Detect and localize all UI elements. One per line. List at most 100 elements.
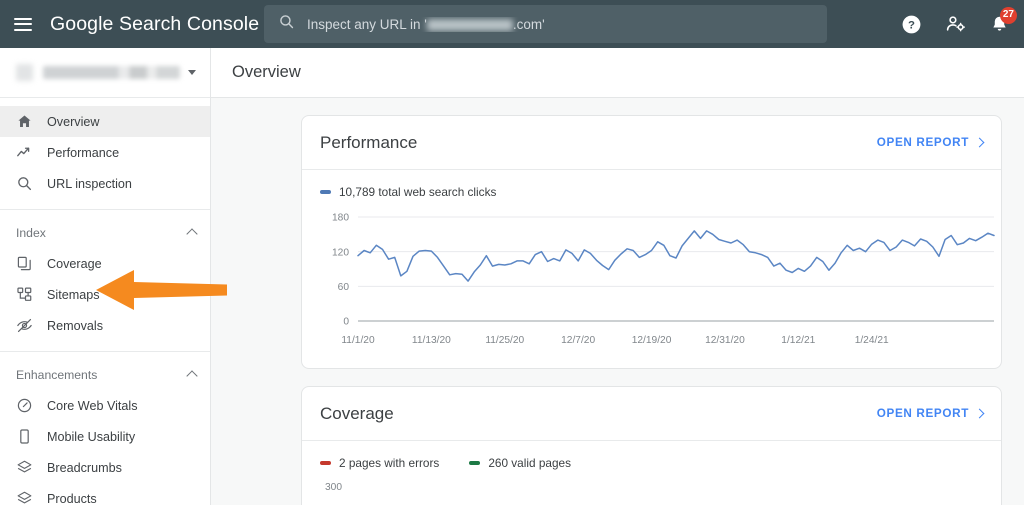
main-content: Overview Performance OPEN REPORT 10,789 … bbox=[211, 48, 1024, 505]
sidebar-item-label: Overview bbox=[47, 114, 100, 129]
performance-line-chart: 0 60 120 180 11/1/20 11/13/20 11/25/20 12/7/20… bbox=[332, 213, 995, 346]
search-icon bbox=[16, 175, 35, 192]
legend-item: 260 valid pages bbox=[469, 456, 571, 470]
mobile-phone-icon bbox=[16, 428, 35, 445]
sidebar-item-label: Core Web Vitals bbox=[47, 398, 138, 413]
property-name-redacted bbox=[43, 66, 180, 79]
speedometer-icon bbox=[16, 397, 35, 414]
legend-color-swatch bbox=[320, 190, 331, 194]
chart-gridlines bbox=[358, 216, 994, 322]
app-brand-title: Google Search Console bbox=[50, 12, 260, 35]
chart-x-tick-label: 11/13/20 bbox=[412, 335, 451, 346]
chart-y-tick-label: 120 bbox=[332, 247, 349, 258]
sidebar-section-enhancements[interactable]: Enhancements bbox=[0, 359, 210, 390]
page-header: Overview bbox=[211, 48, 1024, 98]
sidebar-item-label: Mobile Usability bbox=[47, 429, 136, 444]
home-icon bbox=[16, 113, 35, 130]
chevron-right-icon bbox=[974, 408, 985, 419]
performance-chart: 0 60 120 180 11/1/20 11/13/20 11/25/20 12/7/20… bbox=[302, 199, 1001, 368]
help-icon[interactable]: ? bbox=[901, 14, 922, 35]
chart-x-tick-label: 12/19/20 bbox=[632, 335, 672, 346]
sidebar-item-label: Performance bbox=[47, 145, 120, 160]
app-bar: Google Search Console Inspect any URL in… bbox=[0, 0, 1024, 48]
sidebar-divider bbox=[0, 209, 210, 210]
chart-y-tick-label: 0 bbox=[343, 317, 349, 328]
sidebar-section-label: Enhancements bbox=[16, 367, 98, 382]
chart-x-tick-label: 1/24/21 bbox=[855, 335, 889, 346]
chart-x-tick-label: 12/31/20 bbox=[705, 335, 745, 346]
chart-x-axis-labels: 11/1/20 11/13/20 11/25/20 12/7/20 12/19/20 12… bbox=[341, 335, 889, 346]
legend-label: 260 valid pages bbox=[488, 456, 571, 470]
performance-card-header: Performance OPEN REPORT bbox=[302, 116, 1001, 170]
hamburger-menu-icon bbox=[14, 14, 32, 34]
search-placeholder-prefix: Inspect any URL in ' bbox=[307, 16, 427, 32]
sidebar-item-breadcrumbs[interactable]: Breadcrumbs bbox=[0, 452, 210, 483]
card-title: Performance bbox=[320, 132, 418, 152]
legend-item: 10,789 total web search clicks bbox=[320, 185, 496, 199]
sidebar-item-products[interactable]: Products bbox=[0, 483, 210, 505]
sidebar-item-sitemaps[interactable]: Sitemaps bbox=[0, 279, 210, 310]
layers-icon bbox=[16, 490, 35, 505]
sidebar-item-label: Products bbox=[47, 491, 97, 505]
coverage-open-report-link[interactable]: OPEN REPORT bbox=[876, 407, 985, 420]
chart-series-line bbox=[357, 230, 995, 282]
coverage-chart: 300 bbox=[302, 470, 1001, 505]
sidebar-item-url-inspection[interactable]: URL inspection bbox=[0, 168, 210, 199]
open-report-label: OPEN REPORT bbox=[876, 407, 969, 420]
sidebar-item-label: Removals bbox=[47, 318, 103, 333]
sidebar-section-index[interactable]: Index bbox=[0, 217, 210, 248]
sidebar-item-removals[interactable]: Removals bbox=[0, 310, 210, 341]
sidebar-section-label: Index bbox=[16, 225, 46, 240]
search-placeholder-text: Inspect any URL in 'xxxxxxxx.com' bbox=[307, 17, 545, 32]
legend-color-swatch bbox=[469, 461, 481, 465]
url-inspection-search-box[interactable]: Inspect any URL in 'xxxxxxxx.com' bbox=[264, 5, 827, 43]
chart-x-tick-label: 11/1/20 bbox=[341, 335, 375, 346]
chevron-down-icon bbox=[188, 70, 196, 75]
coverage-card: Coverage OPEN REPORT 2 pages with errors… bbox=[301, 386, 1002, 505]
sidebar-item-performance[interactable]: Performance bbox=[0, 137, 210, 168]
sidebar-item-core-web-vitals[interactable]: Core Web Vitals bbox=[0, 390, 210, 421]
property-selector[interactable] bbox=[0, 48, 210, 98]
app-bar-actions: ? 27 bbox=[901, 0, 1017, 48]
card-title: Coverage bbox=[320, 403, 394, 423]
performance-card: Performance OPEN REPORT 10,789 total web… bbox=[301, 115, 1002, 369]
eye-off-icon bbox=[16, 317, 35, 334]
notifications-bell-button[interactable]: 27 bbox=[989, 6, 1017, 35]
redacted-domain: xxxxxxxx bbox=[426, 18, 513, 31]
sidebar-item-label: Coverage bbox=[47, 256, 102, 271]
chart-y-axis-labels: 0 60 120 180 bbox=[332, 213, 349, 328]
account-switch-icon[interactable] bbox=[944, 13, 967, 35]
chevron-up-icon bbox=[186, 228, 198, 240]
chart-y-tick-label: 60 bbox=[338, 282, 350, 293]
sitemap-icon bbox=[16, 286, 35, 303]
legend-item: 2 pages with errors bbox=[320, 456, 439, 470]
chart-x-tick-label: 1/12/21 bbox=[781, 335, 815, 346]
performance-open-report-link[interactable]: OPEN REPORT bbox=[876, 136, 985, 149]
search-icon bbox=[278, 13, 295, 35]
sidebar-item-label: Breadcrumbs bbox=[47, 460, 122, 475]
open-report-label: OPEN REPORT bbox=[876, 136, 969, 149]
coverage-card-header: Coverage OPEN REPORT bbox=[302, 387, 1001, 441]
chart-x-tick-label: 12/7/20 bbox=[561, 335, 595, 346]
sidebar-item-label: Sitemaps bbox=[47, 287, 100, 302]
legend-color-swatch bbox=[320, 461, 331, 465]
performance-legend: 10,789 total web search clicks bbox=[302, 170, 1001, 199]
sidebar-item-overview[interactable]: Overview bbox=[0, 106, 210, 137]
sidebar: Overview Performance URL inspection Inde… bbox=[0, 48, 211, 505]
sidebar-divider bbox=[0, 351, 210, 352]
layers-icon bbox=[16, 459, 35, 476]
coverage-bar-chart: 300 bbox=[325, 482, 342, 493]
trending-up-icon bbox=[16, 144, 35, 161]
legend-label: 10,789 total web search clicks bbox=[339, 185, 497, 199]
notification-count-badge: 27 bbox=[999, 6, 1017, 24]
chevron-right-icon bbox=[974, 137, 985, 148]
sidebar-item-coverage[interactable]: Coverage bbox=[0, 248, 210, 279]
sidebar-item-label: URL inspection bbox=[47, 176, 132, 191]
legend-label: 2 pages with errors bbox=[339, 456, 440, 470]
chevron-up-icon bbox=[186, 370, 198, 382]
property-avatar bbox=[16, 64, 33, 81]
sidebar-item-mobile-usability[interactable]: Mobile Usability bbox=[0, 421, 210, 452]
chart-y-tick-label: 180 bbox=[332, 213, 349, 224]
chart-x-tick-label: 11/25/20 bbox=[485, 335, 524, 346]
hamburger-menu-button[interactable] bbox=[0, 0, 46, 48]
